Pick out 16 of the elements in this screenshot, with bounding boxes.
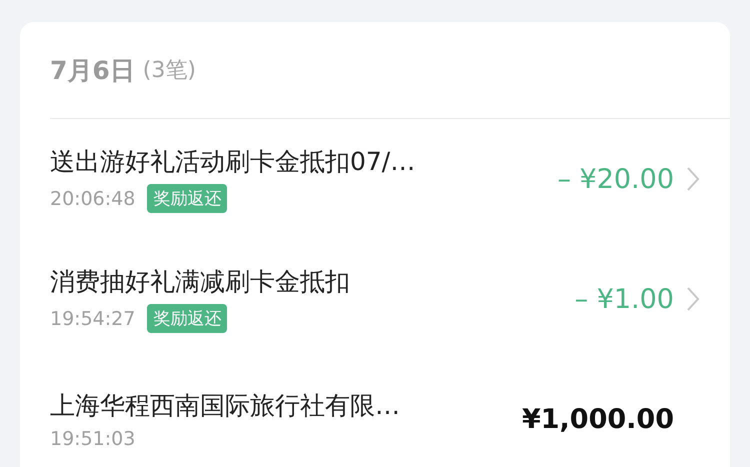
transaction-time: 20:06:48 [50, 188, 136, 210]
transaction-title: 消费抽好礼满减刷卡金抵扣 [50, 266, 350, 298]
transaction-time: 19:54:27 [50, 308, 136, 330]
transaction-amount: ¥1,000.00 [522, 404, 674, 434]
transaction-row[interactable]: 送出游好礼活动刷卡金抵扣07/… 20:06:48 奖励返还 – ¥20.00 [20, 119, 730, 239]
transaction-row[interactable]: 消费抽好礼满减刷卡金抵扣 19:54:27 奖励返还 – ¥1.00 [20, 239, 730, 359]
transaction-row[interactable]: 上海华程西南国际旅行社有限… 19:51:03 ¥1,000.00 [20, 359, 730, 467]
transaction-title: 送出游好礼活动刷卡金抵扣07/… [50, 146, 416, 178]
reward-tag: 奖励返还 [147, 184, 228, 213]
transaction-amount: – ¥20.00 [557, 164, 674, 194]
reward-tag: 奖励返还 [147, 304, 228, 333]
transaction-title: 上海华程西南国际旅行社有限… [50, 390, 400, 422]
transaction-count: (3笔) [142, 57, 196, 85]
transaction-time: 19:51:03 [50, 428, 136, 450]
transaction-amount: – ¥1.00 [574, 284, 674, 314]
date-label: 7月6日 [50, 54, 135, 86]
